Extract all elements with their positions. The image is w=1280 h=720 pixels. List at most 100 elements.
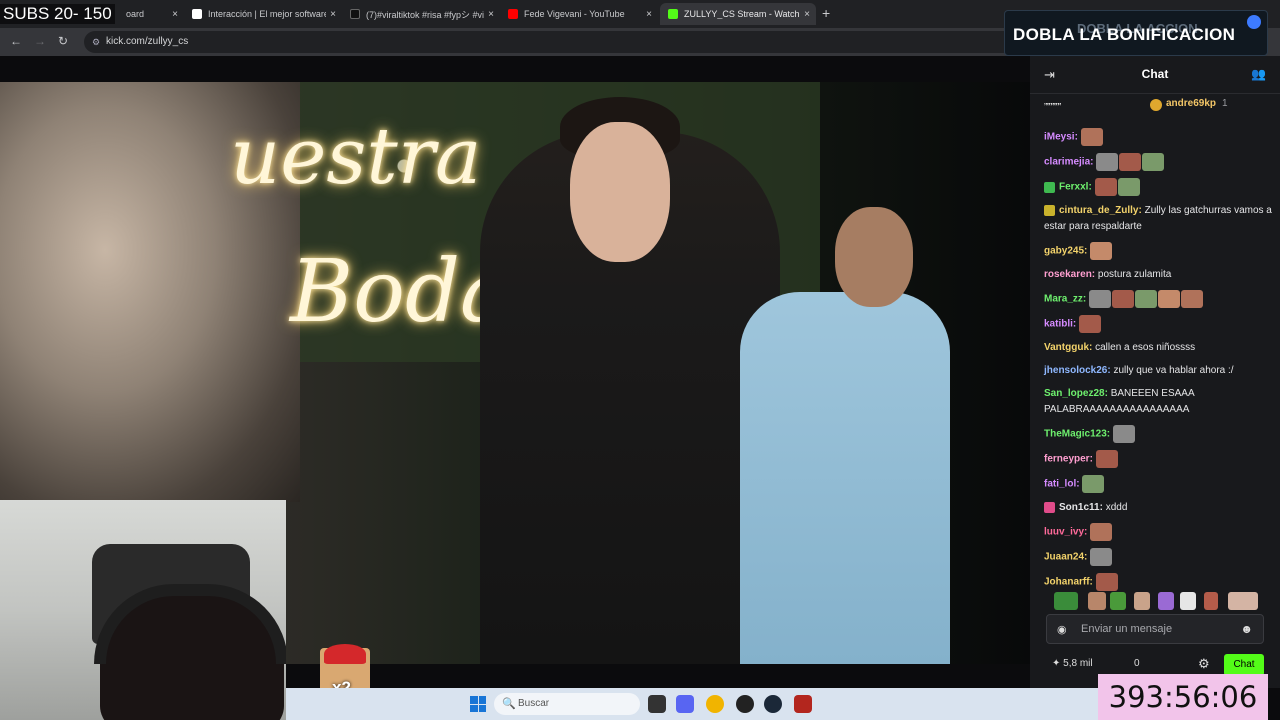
chat-message: Vantgguk: callen a esos niñossss	[1044, 340, 1274, 356]
groom-face	[570, 122, 670, 262]
santa-hat-icon	[324, 644, 366, 664]
search-icon: 🔍	[502, 698, 516, 710]
url-field[interactable]: ⚙ kick.com/zullyy_cs	[84, 31, 1024, 53]
promo-text: DOBLA LA BONIFICACION	[1013, 25, 1236, 44]
windows-start-icon[interactable]	[470, 696, 486, 712]
back-icon[interactable]: ←	[10, 34, 22, 48]
chat-input-placeholder: Enviar un mensaje	[1081, 623, 1173, 635]
emote-picker-row	[1050, 592, 1280, 612]
chat-message: San_lopez28: BANEEEN ESAAA PALABRAAAAAAA…	[1044, 386, 1274, 418]
chat-emote-icon	[1090, 242, 1113, 260]
face-emote-icon[interactable]	[1088, 592, 1106, 610]
tab-close-icon[interactable]: ×	[646, 9, 652, 20]
chrome-icon[interactable]	[706, 695, 724, 713]
frog-emote-icon[interactable]	[1054, 592, 1078, 610]
users-icon[interactable]: 👥	[1251, 67, 1266, 81]
chat-username[interactable]: Johanarff:	[1044, 577, 1093, 588]
panda-emote-icon[interactable]	[1180, 592, 1196, 610]
chat-username[interactable]: katibli:	[1044, 319, 1076, 330]
pinned-count: 1	[1222, 98, 1228, 109]
browser-tab-youtube[interactable]: Fede Vigevani - YouTube ×	[500, 3, 658, 25]
tab-close-icon[interactable]: ×	[488, 9, 494, 20]
chat-title: Chat	[1141, 67, 1169, 81]
chat-text: zully que va hablar ahora :/	[1113, 365, 1234, 376]
chat-username[interactable]: iMeysi:	[1044, 132, 1078, 143]
points-value: 5,8 mil	[1063, 658, 1093, 669]
tab-title: Fede Vigevani - YouTube	[524, 9, 625, 19]
chat-username[interactable]: ferneyper:	[1044, 454, 1093, 465]
chat-username[interactable]: Juaan24:	[1044, 552, 1087, 563]
forward-icon[interactable]: →	[34, 34, 46, 48]
chat-emote-icon	[1095, 450, 1118, 468]
chat-message: clarimejia:	[1044, 153, 1274, 171]
user-badge-icon	[1044, 181, 1055, 193]
chat-emote-icon	[1112, 425, 1135, 443]
chat-text: postura zulamita	[1097, 269, 1172, 280]
tab-title: ZULLYY_CS Stream - Watch	[684, 9, 800, 19]
chat-username[interactable]: Son1c11:	[1059, 502, 1103, 513]
chat-message: TheMagic123:	[1044, 425, 1274, 443]
chat-username[interactable]: Vantgguk:	[1044, 342, 1092, 353]
neon-sign-line1: uestra	[230, 112, 482, 202]
pinned-gift-row: „„„„„„„ andre69kp 1	[1030, 96, 1280, 114]
chat-emote-icon	[1094, 178, 1117, 196]
chat-text: xddd	[1105, 502, 1128, 513]
chat-username[interactable]: luuv_ivy:	[1044, 527, 1087, 538]
chat-username[interactable]: TheMagic123:	[1044, 429, 1110, 440]
lips-emote-icon[interactable]	[1228, 592, 1258, 610]
tab-close-icon[interactable]: ×	[330, 9, 336, 20]
browser-tab-dashboard[interactable]: oard ×	[118, 3, 184, 25]
chat-panel: ⇥ Chat 👥 „„„„„„„ andre69kp 1 iMeysi: cla…	[1030, 56, 1280, 688]
browser-tab-kick[interactable]: ZULLYY_CS Stream - Watch ×	[660, 3, 816, 25]
chat-emote-icon	[1181, 290, 1204, 308]
tab-close-icon[interactable]: ×	[804, 9, 810, 20]
user-badge-icon	[1044, 501, 1055, 513]
unicorn-emote-icon[interactable]	[1158, 592, 1174, 610]
chat-username[interactable]: cintura_de_Zully:	[1059, 205, 1142, 216]
chat-username[interactable]: clarimejia:	[1044, 157, 1093, 168]
site-settings-icon[interactable]: ⚙	[92, 31, 100, 53]
man-blue-suit-figure	[740, 292, 950, 664]
emoji-icon[interactable]: ☻	[1240, 622, 1253, 636]
chat-emote-icon	[1117, 178, 1140, 196]
face-emote-icon[interactable]	[1204, 592, 1218, 610]
browser-tab-interaccion[interactable]: Interacción | El mejor software ×	[184, 3, 342, 25]
chat-username[interactable]: gaby245:	[1044, 246, 1087, 257]
chat-emote-icon	[1079, 315, 1102, 333]
face-emote-icon[interactable]	[1134, 592, 1150, 610]
discord-icon[interactable]	[676, 695, 694, 713]
chat-username[interactable]: fati_lol:	[1044, 479, 1080, 490]
chat-input-icon: ◉	[1057, 624, 1067, 636]
chat-emote-icon	[1112, 290, 1135, 308]
new-tab-button[interactable]: +	[822, 5, 830, 21]
settings-icon[interactable]: ⚙	[1198, 656, 1210, 672]
browser-tab-tiktok[interactable]: (7)#viraltiktok #risa #fypシ #vir ×	[342, 3, 500, 25]
chat-text: callen a esos niñossss	[1095, 342, 1196, 353]
chat-send-button[interactable]: Chat	[1224, 654, 1264, 676]
chat-username[interactable]: jhensolock26:	[1044, 365, 1111, 376]
tab-close-icon[interactable]: ×	[172, 9, 178, 20]
chat-username[interactable]: Mara_zz:	[1044, 294, 1086, 305]
chat-emote-icon	[1090, 548, 1113, 566]
kick-favicon-icon	[668, 9, 678, 19]
tab-favicon-icon	[192, 9, 202, 19]
chat-message: rosekaren: postura zulamita	[1044, 267, 1274, 283]
channel-points[interactable]: ✦ 5,8 mil	[1052, 658, 1093, 669]
steam-icon[interactable]	[764, 695, 782, 713]
obs-icon[interactable]	[736, 695, 754, 713]
file-explorer-icon[interactable]	[648, 695, 666, 713]
chat-username[interactable]: rosekaren:	[1044, 269, 1095, 280]
chat-username[interactable]: Ferxxl:	[1059, 182, 1092, 193]
chat-header: ⇥ Chat 👥	[1030, 56, 1280, 94]
chat-input[interactable]: ◉ Enviar un mensaje ☻	[1046, 614, 1264, 644]
taskbar-search[interactable]: 🔍 Buscar	[494, 693, 640, 715]
frog-emote-icon[interactable]	[1110, 592, 1126, 610]
dota-icon[interactable]	[794, 695, 812, 713]
pinned-user[interactable]: andre69kp	[1166, 98, 1216, 109]
chat-message: luuv_ivy:	[1044, 523, 1274, 541]
chat-username[interactable]: San_lopez28:	[1044, 388, 1108, 399]
chat-message: fati_lol:	[1044, 475, 1274, 493]
reload-icon[interactable]: ↻	[58, 34, 68, 48]
chat-emote-icon	[1090, 523, 1113, 541]
chat-emote-icon	[1119, 153, 1142, 171]
